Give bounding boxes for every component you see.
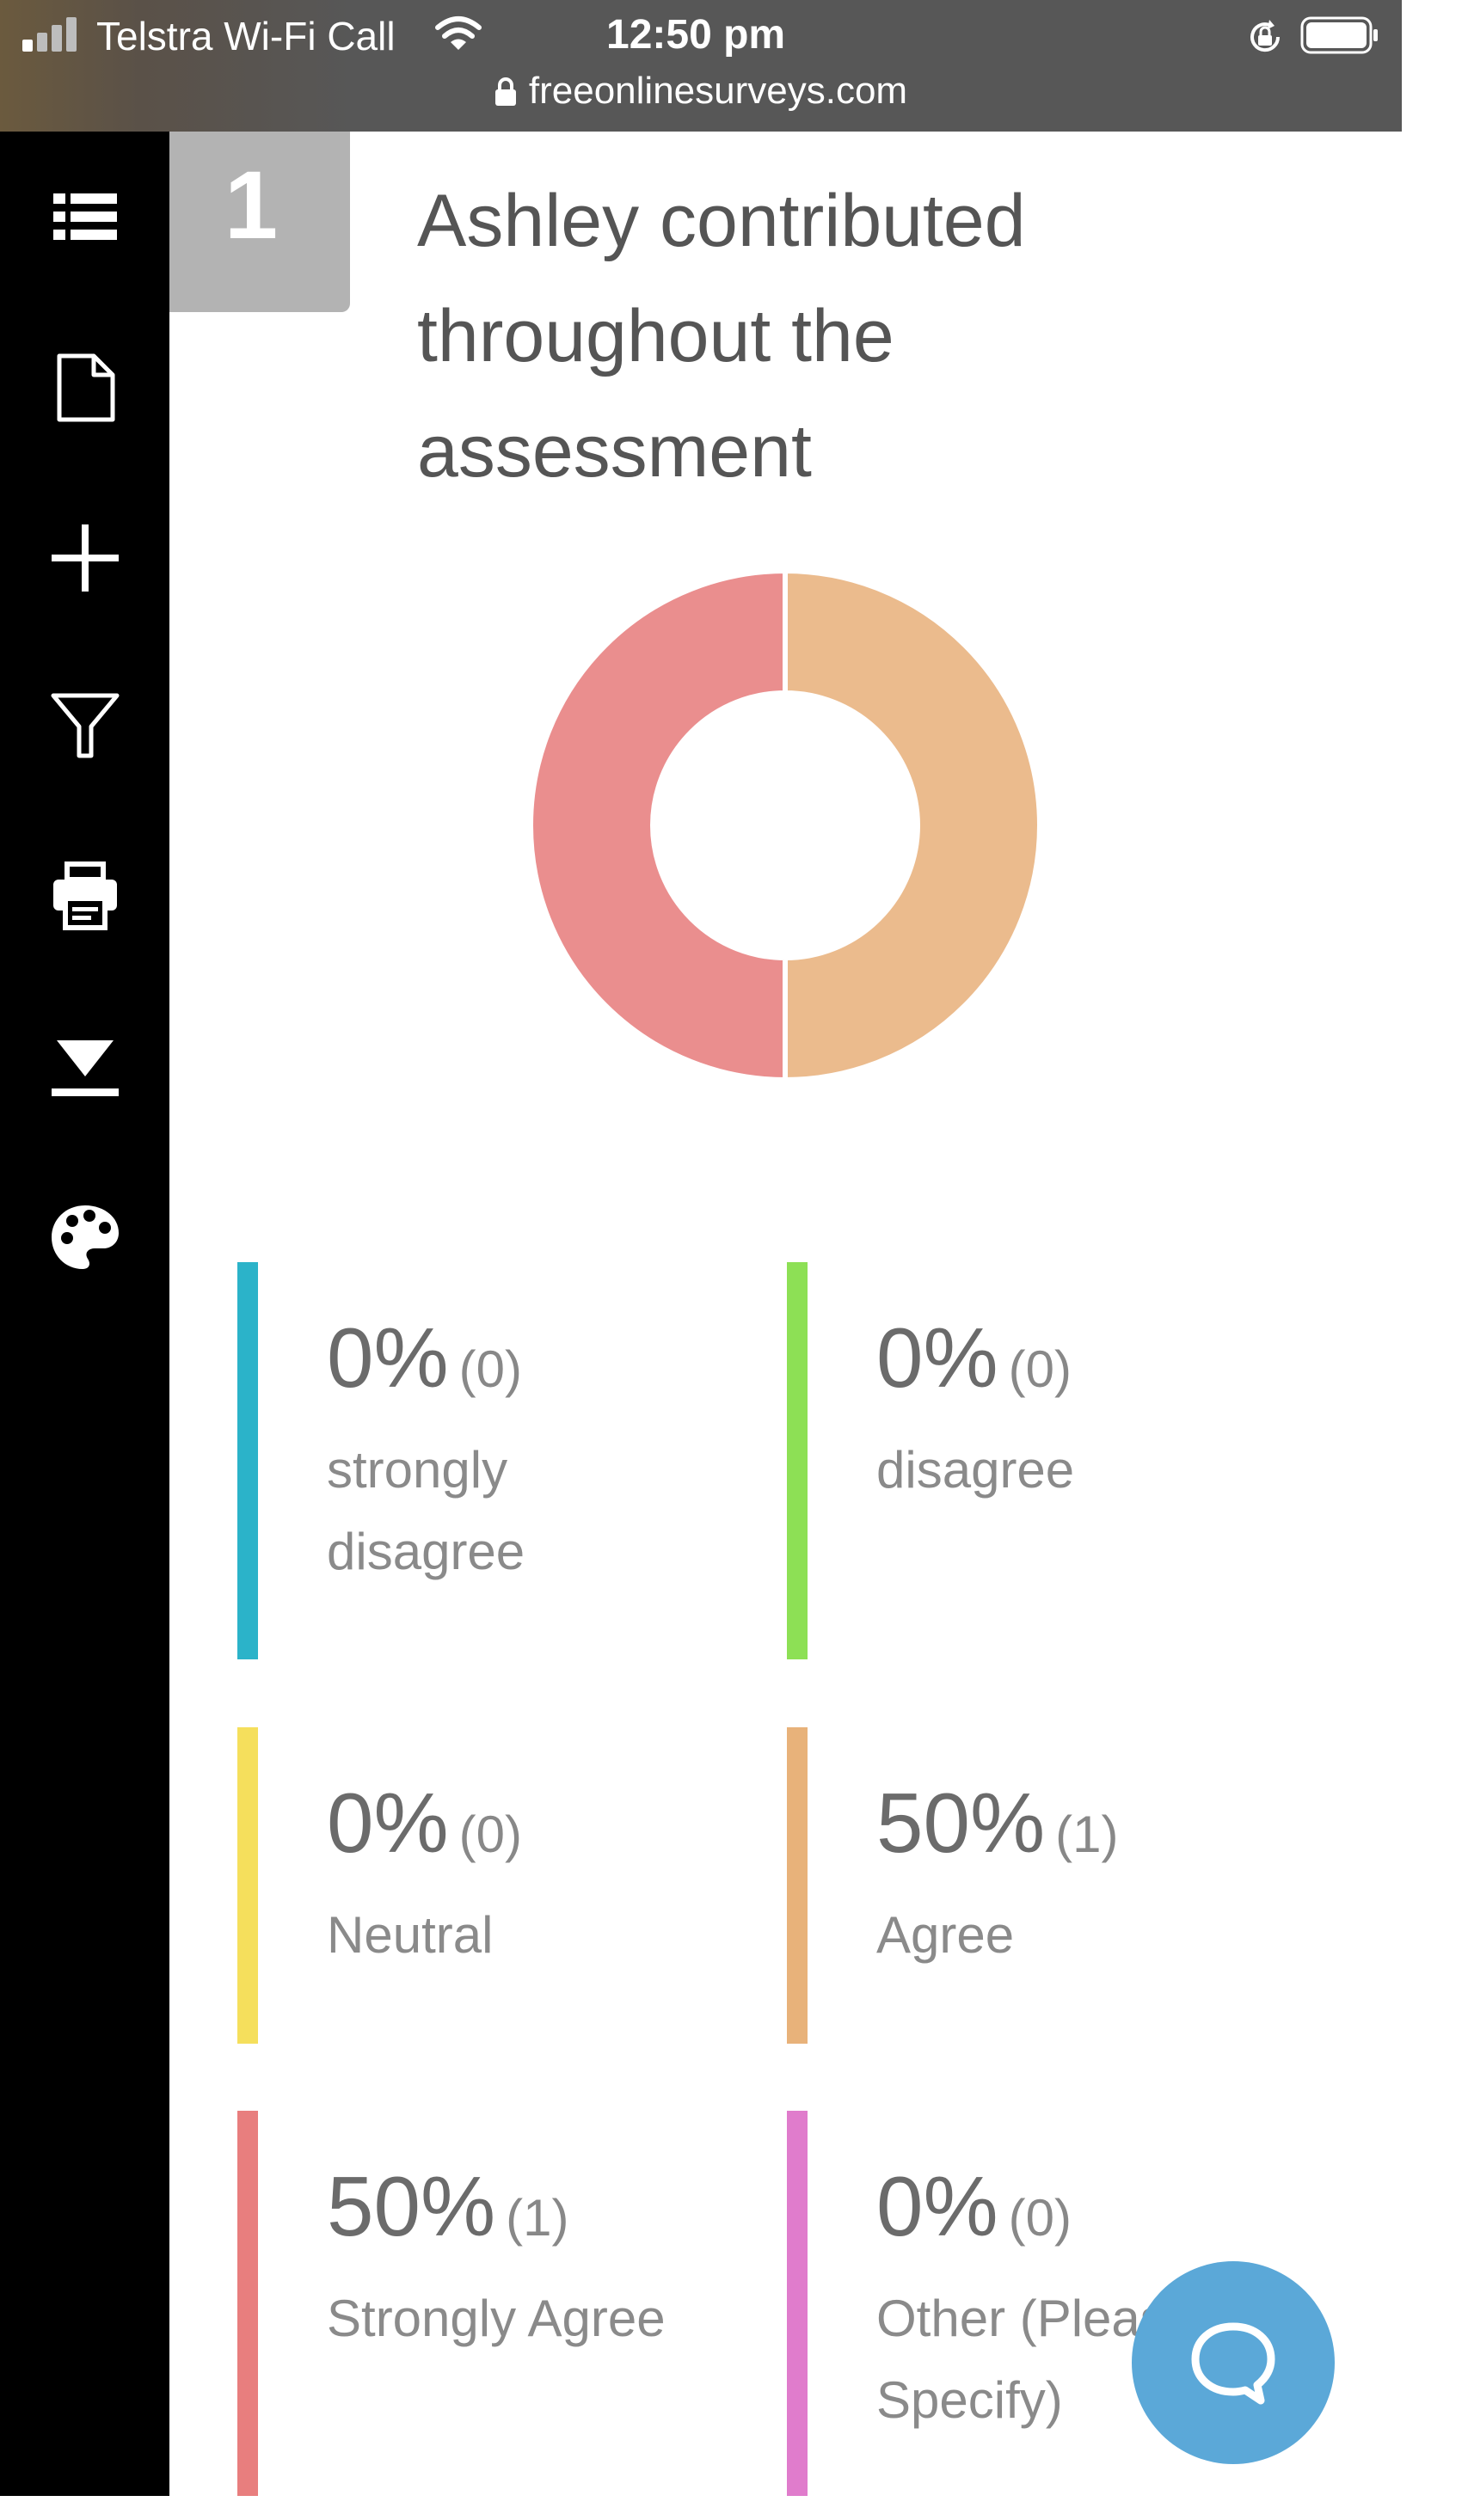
legend-color-bar <box>787 2111 808 2496</box>
legend-count: (0) <box>458 1340 522 1398</box>
url-text: freeonlinesurveys.com <box>528 70 908 112</box>
chat-button[interactable] <box>1132 2261 1335 2464</box>
legend-percent: 50% (1) <box>876 1775 1119 1870</box>
donut-slice-agree[interactable] <box>783 567 1042 1083</box>
battery-icon <box>1300 16 1378 54</box>
signal-icon <box>22 17 83 52</box>
lock-icon <box>494 77 516 106</box>
legend-count: (0) <box>458 1806 522 1863</box>
chat-bubble-icon <box>1191 2322 1275 2405</box>
legend-percent: 0% (0) <box>327 1775 522 1870</box>
palette-icon[interactable] <box>50 1202 120 1272</box>
legend-percent: 0% (0) <box>876 1310 1072 1405</box>
list-icon[interactable] <box>50 181 120 252</box>
filter-icon[interactable] <box>50 690 120 761</box>
legend-card-strongly-agree: 50% (1) Strongly Agree <box>237 2111 719 2496</box>
donut-chart <box>528 567 1042 1083</box>
download-icon[interactable] <box>50 1032 120 1102</box>
legend-label: Neutral <box>327 1906 494 1964</box>
legend-count: (1) <box>1055 1806 1119 1863</box>
question-title: Ashley contributed throughout the assess… <box>417 180 1026 493</box>
legend-color-bar <box>787 1727 808 2044</box>
legend-color-bar <box>237 1262 258 1659</box>
legend-count: (1) <box>506 2189 569 2247</box>
status-bar: Telstra Wi-Fi Call 12:50 pm freeonlinesu… <box>0 0 1402 132</box>
legend-card-strongly-disagree: 0% (0) strongly disagree <box>237 1262 719 1659</box>
legend-label: Agree <box>876 1906 1015 1964</box>
wifi-icon <box>435 16 482 50</box>
legend-card-disagree: 0% (0) disagree <box>787 1262 1268 1659</box>
legend-label: strongly disagree <box>327 1441 525 1580</box>
legend-color-bar <box>237 2111 258 2496</box>
legend-label: Strongly Agree <box>327 2290 666 2347</box>
address-bar[interactable]: freeonlinesurveys.com <box>0 65 1402 117</box>
sidebar <box>0 132 169 2496</box>
legend-percent: 0% (0) <box>327 1310 522 1405</box>
legend-label: disagree <box>876 1441 1075 1499</box>
carrier-name: Telstra Wi-Fi Call <box>96 14 396 58</box>
legend-color-bar <box>787 1262 808 1659</box>
plus-icon[interactable] <box>50 523 120 593</box>
legend-card-neutral: 0% (0) Neutral <box>237 1727 719 2044</box>
legend-count: (0) <box>1008 1340 1072 1398</box>
print-icon[interactable] <box>50 861 120 931</box>
legend-color-bar <box>237 1727 258 2044</box>
document-icon[interactable] <box>50 353 120 423</box>
legend-percent: 0% (0) <box>876 2159 1072 2253</box>
donut-slice-strongly-agree[interactable] <box>528 567 788 1083</box>
legend-card-agree: 50% (1) Agree <box>787 1727 1268 2044</box>
status-time: 12:50 pm <box>606 12 786 58</box>
question-number: 1 <box>169 132 350 312</box>
rotation-lock-icon <box>1250 20 1281 52</box>
legend-count: (0) <box>1008 2189 1072 2247</box>
legend-percent: 50% (1) <box>327 2159 569 2253</box>
